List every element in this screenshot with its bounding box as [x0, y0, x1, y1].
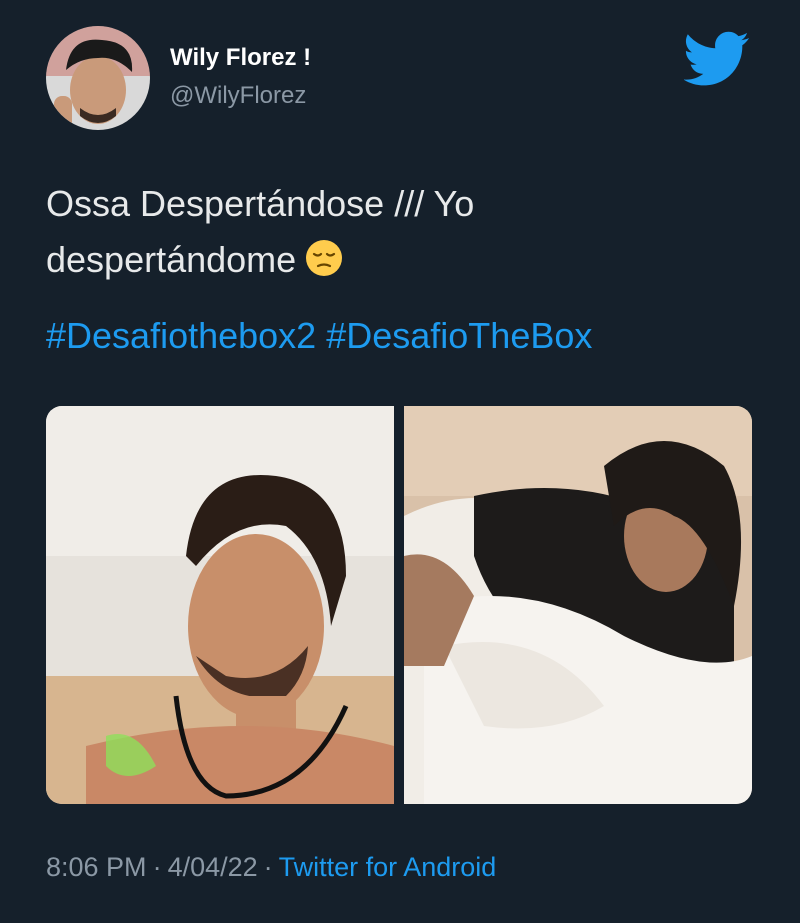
profile-photo-icon — [46, 26, 150, 130]
photo-smiling-man[interactable] — [46, 406, 394, 804]
tweet-text-line-2: despertándome — [46, 232, 746, 288]
tweet-media — [46, 406, 752, 804]
photo-man-in-bed-icon — [404, 406, 752, 804]
meta-separator: · — [263, 852, 273, 882]
photo-man-in-bed[interactable] — [404, 406, 752, 804]
hashtags: #Desafiothebox2 #DesafioTheBox — [46, 308, 592, 364]
tweet-text: Ossa Despertándose /// Yo despertándome — [46, 176, 746, 288]
photo-smiling-man-icon — [46, 406, 394, 804]
hashtag-desafiothebox[interactable]: #DesafioTheBox — [326, 315, 592, 356]
tweet-meta: 8:06 PM · 4/04/22 · Twitter for Android — [46, 852, 496, 883]
twitter-bird-icon — [683, 30, 750, 88]
tweet-text-line-2-text: despertándome — [46, 239, 297, 280]
tweet-source[interactable]: Twitter for Android — [279, 852, 497, 882]
avatar[interactable] — [46, 26, 150, 130]
author-handle[interactable]: @WilyFlorez — [170, 82, 306, 110]
tweet-time[interactable]: 8:06 PM — [46, 852, 147, 882]
meta-separator: · — [152, 852, 162, 882]
tweet-date[interactable]: 4/04/22 — [168, 852, 258, 882]
hashtag-desafiothebox2[interactable]: #Desafiothebox2 — [46, 315, 316, 356]
pensive-face-icon — [304, 238, 344, 278]
author-display-name[interactable]: Wily Florez ! — [170, 44, 311, 72]
tweet-text-line-1: Ossa Despertándose /// Yo — [46, 183, 475, 224]
